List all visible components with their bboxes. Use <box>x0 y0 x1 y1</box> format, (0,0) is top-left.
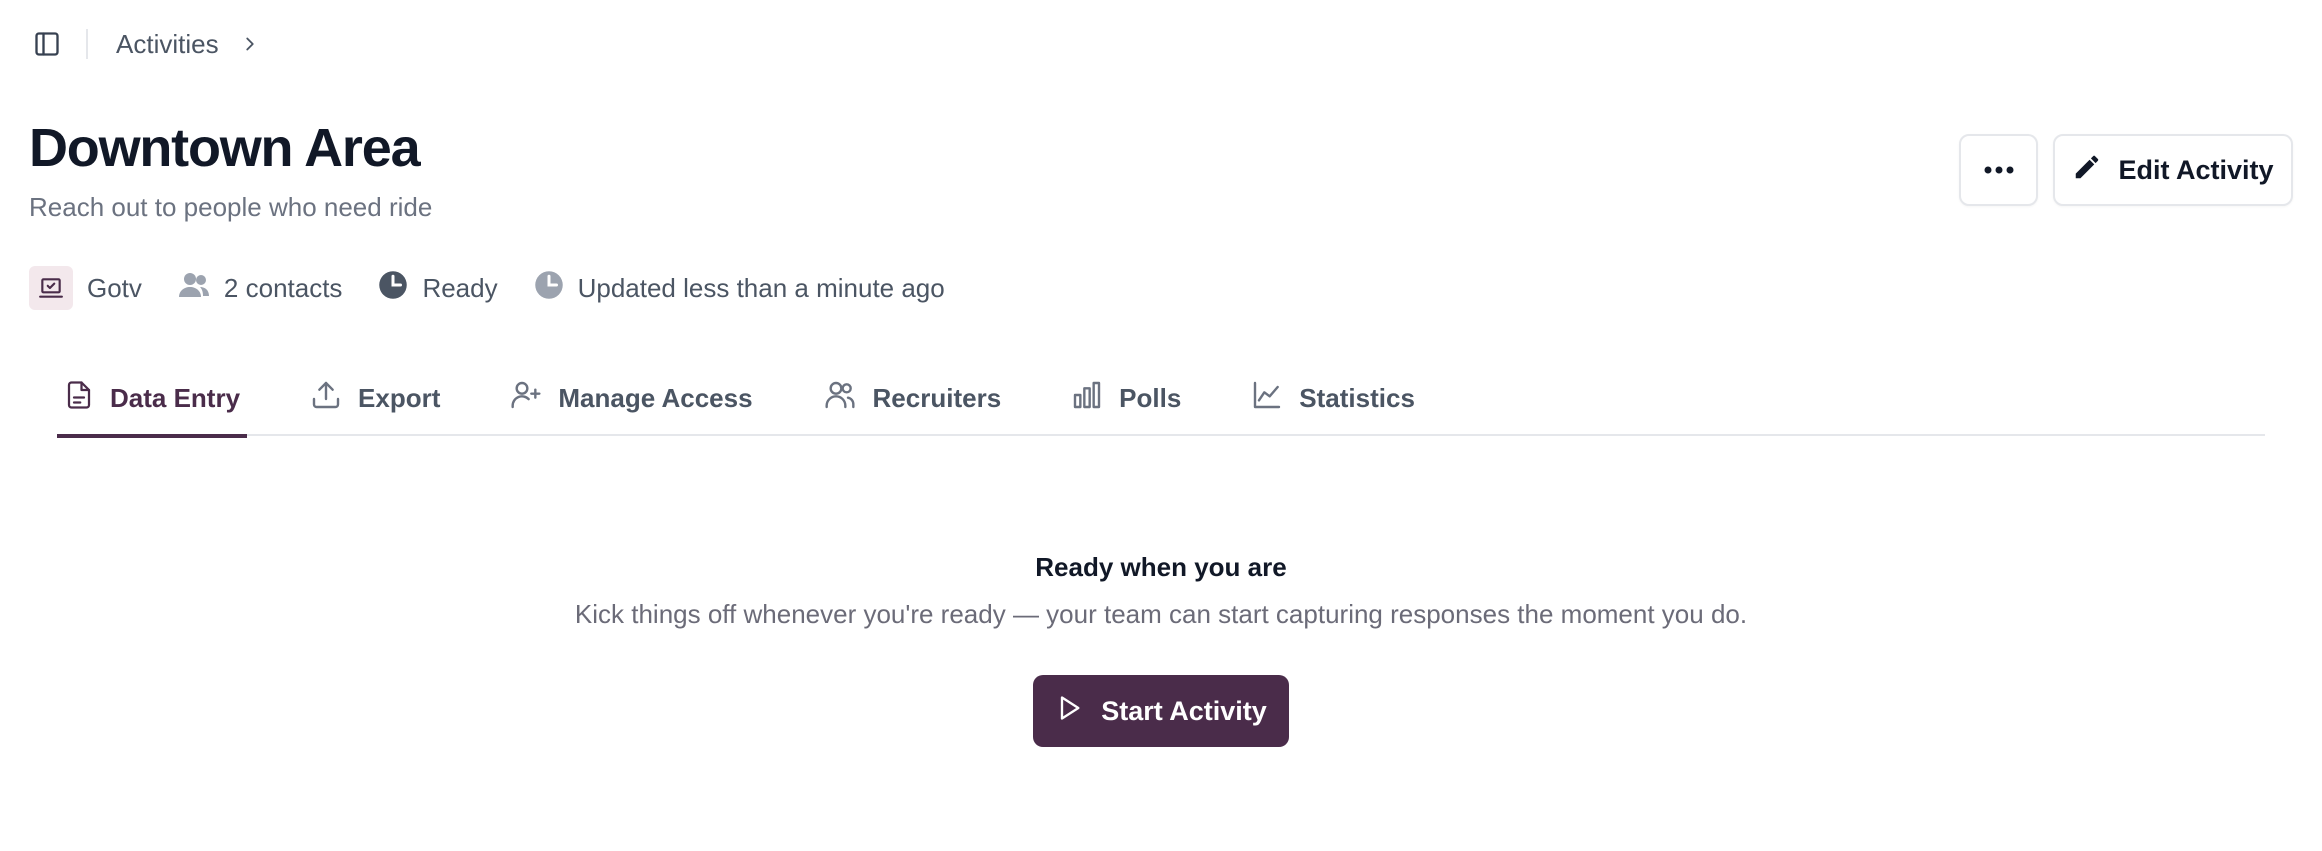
start-activity-button[interactable]: Start Activity <box>1033 675 1289 747</box>
tab-label: Statistics <box>1299 382 1415 413</box>
bar-chart-icon <box>1071 379 1103 418</box>
edit-activity-button[interactable]: Edit Activity <box>2053 134 2293 206</box>
tab-manage-access[interactable]: Manage Access <box>503 360 759 436</box>
meta-status-label: Ready <box>422 272 498 303</box>
header-actions: Edit Activity <box>1959 134 2293 206</box>
document-icon <box>64 378 94 419</box>
tab-bar: Data Entry Export Manage Access Recruite… <box>57 360 2265 438</box>
user-plus-icon <box>510 379 542 418</box>
page-subtitle: Reach out to people who need ride <box>29 192 433 222</box>
more-options-button[interactable] <box>1959 134 2038 206</box>
meta-updated: Updated less than a minute ago <box>534 270 945 307</box>
clock-icon <box>378 270 408 307</box>
tab-label: Polls <box>1119 382 1182 413</box>
tab-label: Manage Access <box>558 382 753 413</box>
tab-data-entry[interactable]: Data Entry <box>57 360 248 438</box>
tab-polls[interactable]: Polls <box>1064 360 1188 436</box>
top-bar: Activities <box>30 22 261 66</box>
tab-label: Data Entry <box>110 382 241 413</box>
sidebar-toggle-icon[interactable] <box>30 27 64 61</box>
pencil-icon <box>2072 152 2102 189</box>
tab-label: Export <box>358 382 441 413</box>
meta-type-label: Gotv <box>87 272 142 303</box>
line-chart-icon <box>1251 379 1283 418</box>
users-icon <box>823 379 857 418</box>
users-icon <box>178 271 210 306</box>
upload-icon <box>310 379 342 418</box>
meta-updated-label: Updated less than a minute ago <box>577 272 945 303</box>
tab-statistics[interactable]: Statistics <box>1244 360 1422 436</box>
chevron-right-icon <box>239 33 261 55</box>
tab-label: Recruiters <box>872 382 1002 413</box>
divider <box>86 29 88 59</box>
tab-recruiters[interactable]: Recruiters <box>816 360 1009 436</box>
breadcrumb-activities[interactable]: Activities <box>116 29 219 60</box>
empty-state-description: Kick things off whenever you're ready — … <box>574 599 1748 629</box>
meta-row: Gotv 2 contacts Ready Updated less than … <box>29 266 981 310</box>
laptop-check-icon <box>29 266 73 310</box>
empty-state: Ready when you are Kick things off whene… <box>0 552 2322 630</box>
page-title: Downtown Area <box>29 118 421 178</box>
edit-activity-label: Edit Activity <box>2118 154 2274 185</box>
ellipsis-icon <box>1984 161 2014 179</box>
meta-contacts-label: 2 contacts <box>223 272 343 303</box>
meta-type: Gotv <box>29 266 142 310</box>
clock-icon <box>534 270 564 307</box>
empty-state-title: Ready when you are <box>1035 552 1287 582</box>
start-activity-label: Start Activity <box>1101 695 1267 726</box>
page-header: Downtown Area Reach out to people who ne… <box>29 116 432 223</box>
meta-contacts: 2 contacts <box>178 271 343 306</box>
meta-status: Ready <box>378 270 498 307</box>
play-icon <box>1055 694 1083 729</box>
tab-export[interactable]: Export <box>303 360 447 436</box>
